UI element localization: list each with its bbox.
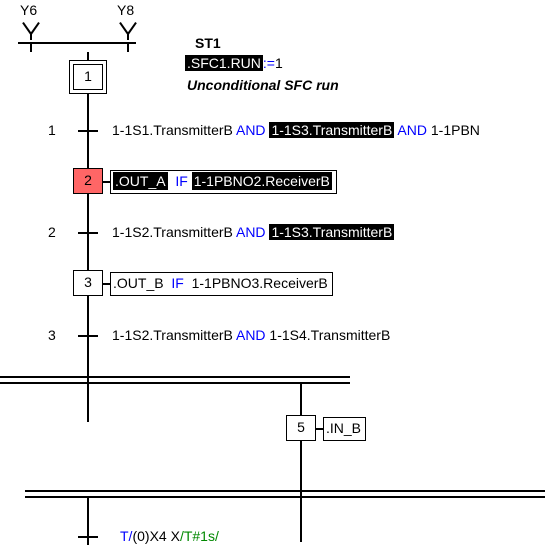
transition-3-tick [78,335,98,337]
header-assign: .SFC1.RUN:=1 [185,55,283,71]
action-2-out: .OUT_A [113,172,168,190]
transition-2-expr: 1-1S2.TransmitterB AND 1-1S3.Transmitter… [112,224,394,240]
line [30,42,32,52]
transition-2-num: 2 [48,224,56,240]
step-1[interactable]: 1 [69,60,107,94]
transition-1-num: 1 [48,122,56,138]
label-y8: Y8 [117,2,134,18]
assign-op: := [263,55,275,71]
action-2-cond: 1-1PBNO2.ReceiverB [192,172,332,190]
sfc-diagram: Y6 Y8 ST1 .SFC1.RUN:=1 Unconditional SFC… [0,0,545,545]
line [127,42,129,52]
line [103,283,110,285]
action-5-out: .IN_B [326,420,361,436]
action-3-cond: 1-1PBNO3.ReceiverB [192,275,328,291]
action-3-out: .OUT_B [113,275,164,291]
line [18,42,136,44]
label-y6: Y6 [20,2,37,18]
step-5[interactable]: 5 [286,415,316,441]
footer-expr: T/(0)X4 X/T#1s/ [120,528,219,544]
rail-right [300,382,302,542]
transition-2-tick [78,232,98,234]
step-number: 2 [84,172,92,188]
antenna-icon [119,20,137,38]
transition-tick [78,536,98,538]
rail [87,52,89,422]
header-st: ST1 [195,35,221,51]
step-number: 1 [84,68,92,84]
transition-3-expr: 1-1S2.TransmitterB AND 1-1S4.Transmitter… [112,327,390,343]
step-number: 3 [84,274,92,290]
line [103,181,110,183]
transition-3-num: 3 [48,327,56,343]
line [25,496,545,498]
action-3[interactable]: .OUT_B IF 1-1PBNO3.ReceiverB [110,272,333,296]
step-number: 5 [297,419,305,435]
action-5[interactable]: .IN_B [323,417,366,441]
step-2[interactable]: 2 [73,168,103,194]
antenna-icon [22,20,40,38]
action-2[interactable]: .OUT_A IF 1-1PBNO2.ReceiverB [110,170,337,194]
header-comment: Unconditional SFC run [187,77,339,93]
transition-1-expr: 1-1S1.TransmitterB AND 1-1S3.Transmitter… [112,122,480,138]
rail-left-short [87,382,89,422]
line [0,382,350,384]
transition-1-tick [78,130,98,132]
if-keyword: IF [171,275,183,291]
line [25,490,545,492]
assign-lhs: .SFC1.RUN [185,55,263,71]
assign-rhs: 1 [275,55,283,71]
line [0,376,350,378]
if-keyword: IF [175,173,187,189]
line [316,428,323,430]
step-3[interactable]: 3 [73,270,103,296]
